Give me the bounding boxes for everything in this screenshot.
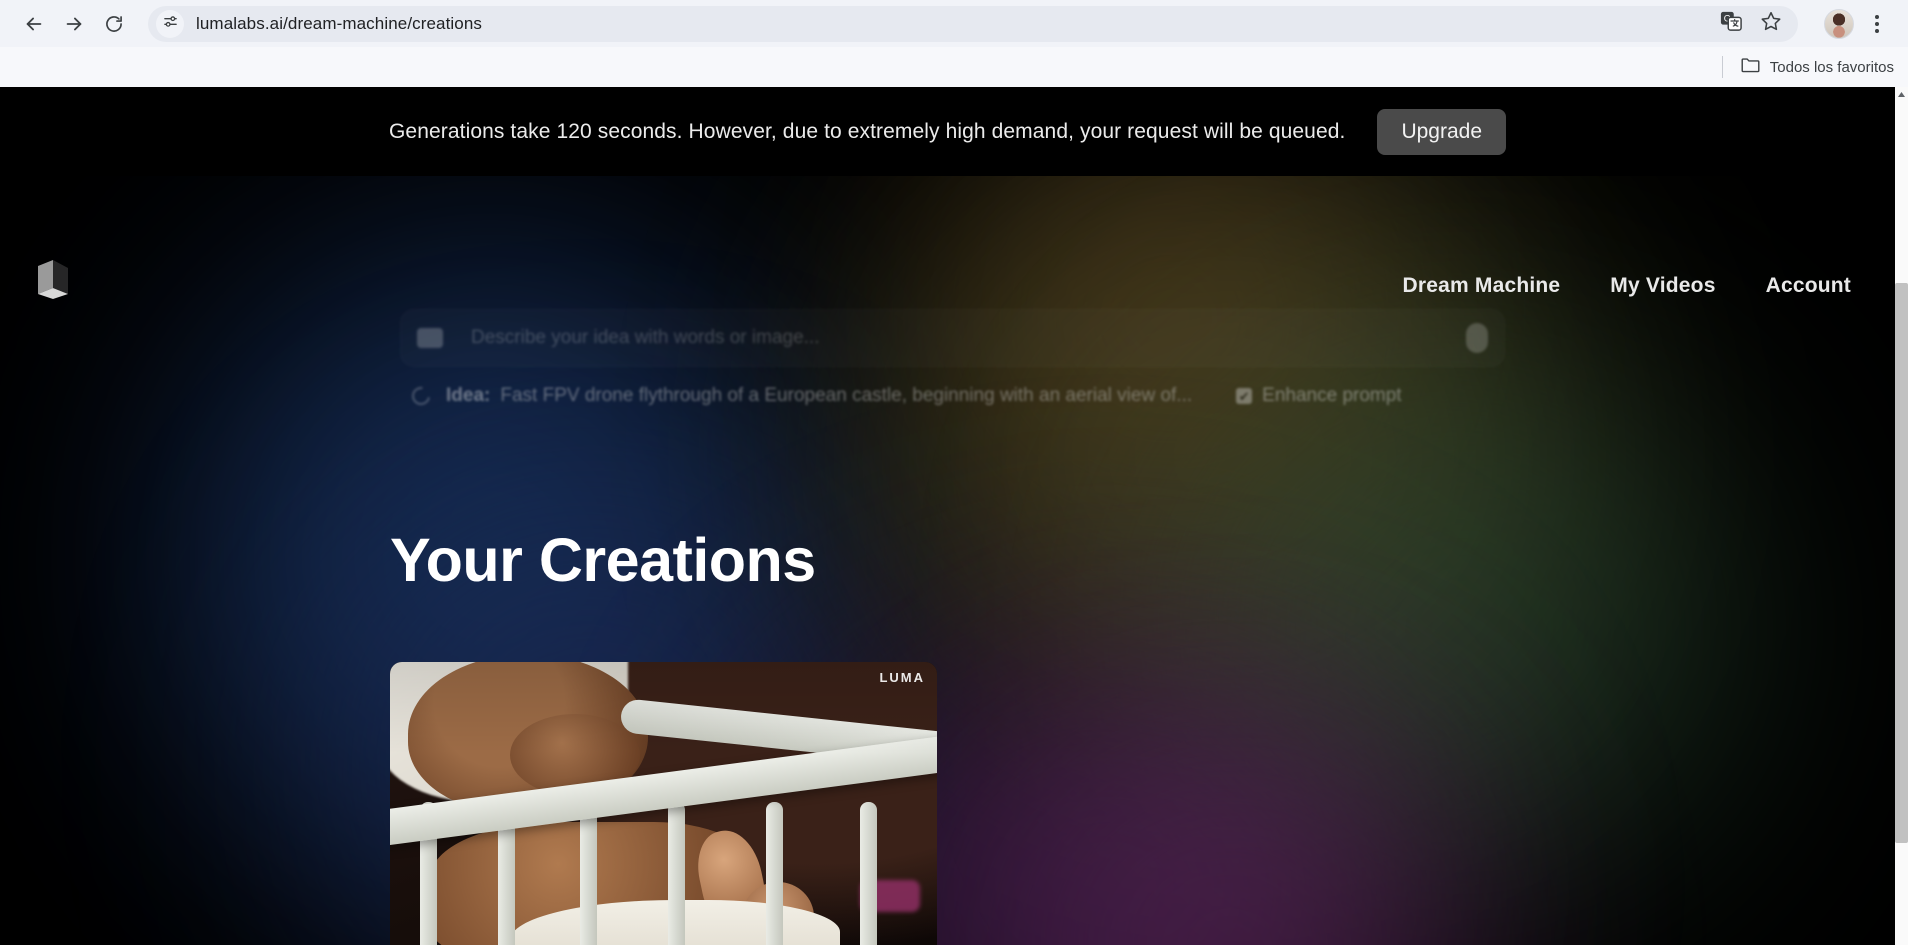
address-bar[interactable]: lumalabs.ai/dream-machine/creations G (148, 5, 1798, 42)
nav-link-dream-machine[interactable]: Dream Machine (1402, 274, 1560, 298)
chevron-up-icon (1897, 85, 1906, 103)
browser-menu-button[interactable] (1860, 7, 1894, 41)
page-title: Your Creations (390, 526, 816, 594)
back-button[interactable] (14, 4, 54, 44)
enhance-prompt-label: Enhance prompt (1262, 385, 1402, 406)
forward-button[interactable] (54, 4, 94, 44)
prompt-composer: Describe your idea with words or image..… (400, 309, 1505, 409)
gradient-blob-green (1180, 367, 1740, 887)
bookmarks-divider (1721, 56, 1723, 78)
enhance-prompt-toggle[interactable]: ✔ Enhance prompt (1236, 385, 1402, 407)
reload-icon (104, 14, 124, 34)
folder-icon (1741, 57, 1760, 77)
prompt-input-bar[interactable]: Describe your idea with words or image..… (400, 309, 1505, 367)
site-settings-icon (163, 14, 178, 34)
idea-suggestion-row: Idea: Fast FPV drone flythrough of a Eur… (400, 383, 1505, 409)
gradient-blob-magenta (1000, 747, 1460, 945)
nav-link-my-videos[interactable]: My Videos (1610, 274, 1715, 298)
scroll-up-button[interactable] (1895, 87, 1908, 101)
app-navigation: Dream Machine My Videos Account (1402, 274, 1851, 298)
kebab-menu-icon (1875, 14, 1879, 19)
reload-button[interactable] (94, 4, 134, 44)
nav-link-account[interactable]: Account (1766, 274, 1851, 298)
thumbnail-overlay (390, 662, 937, 945)
kebab-menu-icon (1875, 28, 1879, 33)
app-header: Dream Machine My Videos Account (0, 176, 1895, 306)
enhance-prompt-checkbox[interactable]: ✔ (1236, 388, 1253, 404)
announcement-banner: Generations take 120 seconds. However, d… (0, 87, 1895, 176)
browser-toolbar: lumalabs.ai/dream-machine/creations G (0, 0, 1908, 47)
back-arrow-icon (23, 13, 45, 35)
prompt-input[interactable]: Describe your idea with words or image..… (471, 327, 819, 349)
upgrade-button[interactable]: Upgrade (1377, 108, 1506, 155)
translate-icon[interactable]: G (1720, 10, 1742, 37)
luma-logo[interactable] (36, 258, 70, 300)
scrollbar-thumb[interactable] (1895, 283, 1908, 843)
all-bookmarks-label: Todos los favoritos (1769, 58, 1894, 76)
site-settings-button[interactable] (156, 9, 184, 38)
creation-thumbnail[interactable]: LUMA (390, 662, 937, 945)
forward-arrow-icon (63, 13, 85, 35)
bookmark-star-icon[interactable] (1760, 10, 1782, 37)
profile-avatar[interactable] (1824, 8, 1854, 39)
submit-icon[interactable] (1466, 323, 1488, 353)
idea-suggestion-text[interactable]: Fast FPV drone flythrough of a European … (500, 385, 1192, 407)
image-upload-icon[interactable] (417, 328, 443, 348)
page-scrollbar[interactable] (1895, 87, 1908, 945)
creation-card[interactable]: LUMA A BABY CRYING WITH HER PARENTS 13/6… (390, 662, 937, 945)
banner-message: Generations take 120 seconds. However, d… (389, 119, 1346, 143)
all-bookmarks-button[interactable]: Todos los favoritos (1741, 57, 1894, 77)
luma-watermark: LUMA (879, 670, 925, 685)
idea-label: Idea: (446, 385, 491, 406)
app-page: Generations take 120 seconds. However, d… (0, 87, 1895, 945)
refresh-icon[interactable] (408, 383, 434, 409)
omnibox-actions: G (1720, 10, 1788, 37)
url-text[interactable]: lumalabs.ai/dream-machine/creations (196, 14, 482, 34)
browser-chrome: lumalabs.ai/dream-machine/creations G To… (0, 0, 1908, 87)
kebab-menu-icon (1875, 21, 1879, 26)
bookmarks-bar: Todos los favoritos (0, 47, 1908, 87)
